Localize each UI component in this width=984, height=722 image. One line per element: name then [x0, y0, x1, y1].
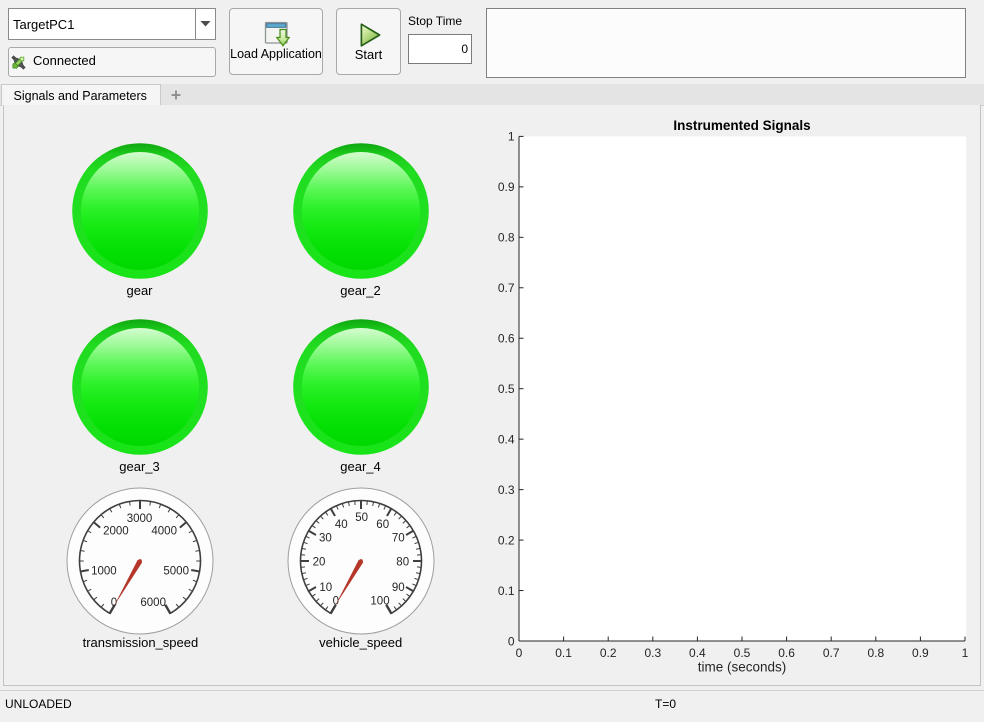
svg-text:0.6: 0.6	[778, 646, 795, 660]
svg-text:1: 1	[962, 646, 969, 660]
svg-text:0.1: 0.1	[498, 584, 515, 598]
svg-text:Instrumented Signals: Instrumented Signals	[673, 118, 810, 133]
svg-text:time (seconds): time (seconds)	[698, 660, 787, 675]
svg-text:0.4: 0.4	[498, 432, 515, 446]
svg-text:0.8: 0.8	[867, 646, 884, 660]
svg-text:0.6: 0.6	[498, 332, 515, 346]
svg-text:0.7: 0.7	[498, 281, 515, 295]
svg-text:0.1: 0.1	[555, 646, 572, 660]
svg-text:0.2: 0.2	[600, 646, 617, 660]
svg-text:0.7: 0.7	[823, 646, 840, 660]
svg-text:0.4: 0.4	[689, 646, 706, 660]
svg-text:0.5: 0.5	[734, 646, 751, 660]
svg-text:0.2: 0.2	[498, 533, 515, 547]
svg-text:0.3: 0.3	[498, 483, 515, 497]
svg-text:0: 0	[516, 646, 523, 660]
svg-text:1: 1	[508, 130, 515, 144]
svg-text:0.5: 0.5	[498, 382, 515, 396]
svg-text:0.9: 0.9	[912, 646, 929, 660]
svg-text:0: 0	[508, 634, 515, 648]
svg-text:0.8: 0.8	[498, 231, 515, 245]
svg-text:0.3: 0.3	[644, 646, 661, 660]
svg-text:0.9: 0.9	[498, 180, 515, 194]
